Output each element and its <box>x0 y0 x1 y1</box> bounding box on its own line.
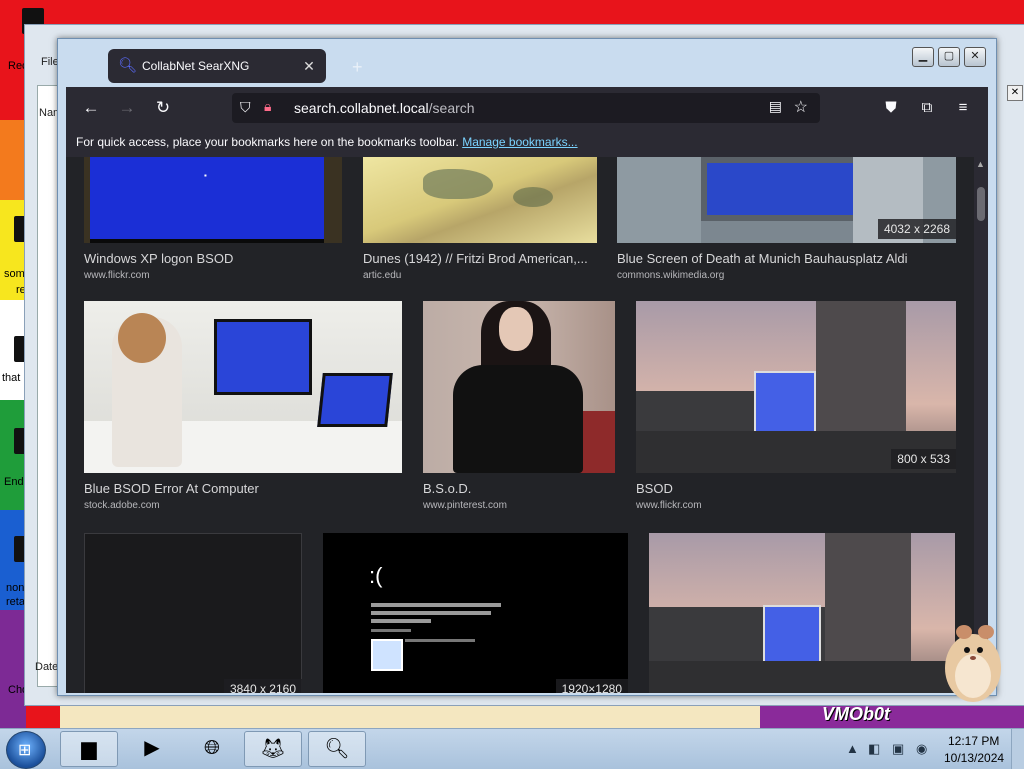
windows-logo-icon: ⊞ <box>18 742 32 759</box>
pocket-icon[interactable]: ⛊ <box>880 97 902 119</box>
result-title[interactable]: Dunes (1942) // Fritzi Brod American,... <box>363 251 597 266</box>
show-desktop-button[interactable] <box>1011 729 1024 769</box>
result-title[interactable]: Blue Screen of Death at Munich Bauhauspl… <box>617 251 956 266</box>
results-page[interactable]: ▪ Windows XP logon BSOD www.flickr.com D… <box>66 157 988 693</box>
tray-expand-icon[interactable]: ▲ <box>846 741 859 756</box>
result-title[interactable]: BSOD <box>636 481 956 496</box>
result-thumbnail[interactable] <box>84 533 302 693</box>
tray-network-icon[interactable]: ▣ <box>892 741 904 757</box>
result-source: www.flickr.com <box>636 500 702 511</box>
extensions-icon[interactable]: ⧉ <box>916 97 938 119</box>
result-source: commons.wikimedia.org <box>617 270 725 281</box>
result-thumbnail[interactable]: ▪ <box>84 157 342 243</box>
bsod-face: :( <box>369 563 383 588</box>
manage-bookmarks-link[interactable]: Manage bookmarks... <box>462 135 577 149</box>
desktop-label: that <box>2 372 21 384</box>
clock-date[interactable]: 10/13/2024 <box>944 751 1004 765</box>
start-button[interactable]: ⊞ <box>6 731 46 769</box>
image-result[interactable]: Blue BSOD Error At Computer stock.adobe.… <box>84 301 402 513</box>
tab-searxng[interactable]: 🔍︎ CollabNet SearXNG ✕ <box>108 49 326 83</box>
bg-date-header[interactable]: Date <box>35 661 58 673</box>
system-tray: ▲ ◧ ▣ ◉ 12:17 PM 10/13/2024 <box>840 729 1024 769</box>
shield-icon[interactable]: ⛉ <box>240 99 251 116</box>
bookmark-star-icon[interactable]: ☆ <box>794 97 808 117</box>
result-title[interactable]: Blue BSOD Error At Computer <box>84 481 402 496</box>
result-thumbnail[interactable] <box>649 533 955 693</box>
taskbar: ⊞ ▆ ▶ 🌐︎ 🦊︎ 🔍︎ ▲ ◧ ▣ ◉ 12:17 PM 10/13/20… <box>0 728 1024 769</box>
bookmarks-message: For quick access, place your bookmarks h… <box>76 135 578 149</box>
taskbar-app-media-player[interactable]: ▶ <box>124 731 180 765</box>
browser-window[interactable]: ▁ ▢ ✕ 🔍︎ CollabNet SearXNG ✕ + ← → ↻ ⛉ 🔒… <box>57 38 997 696</box>
result-source: stock.adobe.com <box>84 500 160 511</box>
wallpaper-logo: VMOb0t <box>822 704 891 724</box>
image-result[interactable]: :( 1920×1280 <box>323 533 628 693</box>
forward-button[interactable]: → <box>114 97 140 119</box>
result-thumbnail[interactable] <box>84 301 402 473</box>
reload-button[interactable]: ↻ <box>150 97 176 119</box>
desktop-label: non <box>6 582 25 594</box>
reader-view-icon[interactable]: ▤ <box>769 98 782 115</box>
image-result[interactable]: ▪ Windows XP logon BSOD www.flickr.com <box>84 157 342 287</box>
result-resolution: 4032 x 2268 <box>877 219 956 239</box>
close-icon[interactable]: ✕ <box>300 57 318 75</box>
hamster-mascot <box>945 625 1001 702</box>
lock-icon[interactable]: 🔒︎ <box>264 98 271 115</box>
result-title[interactable]: B.S.o.D. <box>423 481 615 496</box>
result-thumbnail[interactable] <box>636 301 956 473</box>
url-text[interactable]: search.collabnet.local/search <box>294 100 475 116</box>
taskbar-app-terminal[interactable]: ▆ <box>60 731 118 767</box>
tray-volume-icon[interactable]: ◉ <box>916 741 927 757</box>
browser-toolbar: ← → ↻ ⛉ 🔒︎ search.collabnet.local/search… <box>66 87 988 157</box>
result-source: www.flickr.com <box>84 270 150 281</box>
new-tab-icon[interactable]: + <box>352 57 363 78</box>
scroll-up-icon[interactable]: ▲ <box>976 159 985 169</box>
search-icon: 🔍︎ <box>118 57 138 74</box>
image-result[interactable]: 4032 x 2268 Blue Screen of Death at Muni… <box>617 157 956 287</box>
result-thumbnail[interactable]: :( <box>323 533 628 693</box>
url-bar[interactable]: ⛉ 🔒︎ search.collabnet.local/search ▤ ☆ <box>232 93 820 123</box>
tray-app-icon[interactable]: ◧ <box>868 741 880 757</box>
tab-strip: 🔍︎ CollabNet SearXNG ✕ + <box>66 39 988 89</box>
result-thumbnail[interactable] <box>363 157 597 243</box>
clock-time[interactable]: 12:17 PM <box>948 734 999 748</box>
scroll-thumb[interactable] <box>977 187 985 221</box>
image-result[interactable]: Dunes (1942) // Fritzi Brod American,...… <box>363 157 597 287</box>
result-source: www.pinterest.com <box>423 500 507 511</box>
result-title[interactable]: Windows XP logon BSOD <box>84 251 342 266</box>
result-resolution: 800 x 533 <box>891 449 956 469</box>
tab-title: CollabNet SearXNG <box>142 59 250 73</box>
taskbar-app-firefox[interactable]: 🦊︎ <box>244 731 302 767</box>
result-thumbnail[interactable] <box>423 301 615 473</box>
bookmarks-toolbar: For quick access, place your bookmarks h… <box>66 127 988 157</box>
desktop-label: End <box>4 476 24 488</box>
image-result[interactable]: 3840 x 2160 <box>84 533 302 693</box>
image-result[interactable]: 800 x 533 BSOD www.flickr.com <box>636 301 956 513</box>
taskbar-app-search[interactable]: 🔍︎ <box>308 731 366 767</box>
bg-file-list <box>37 85 59 687</box>
result-resolution: 3840 x 2160 <box>223 679 302 693</box>
back-button[interactable]: ← <box>78 97 104 119</box>
image-result[interactable]: B.S.o.D. www.pinterest.com <box>423 301 615 513</box>
result-source: artic.edu <box>363 270 402 281</box>
image-result[interactable] <box>649 533 955 693</box>
menu-icon[interactable]: ≡ <box>952 97 974 119</box>
result-resolution: 1920×1280 <box>555 679 628 693</box>
desktop-label: reta <box>6 596 25 608</box>
taskbar-app-globe[interactable]: 🌐︎ <box>184 731 240 765</box>
bg-close-icon[interactable]: ✕ <box>1007 85 1023 101</box>
